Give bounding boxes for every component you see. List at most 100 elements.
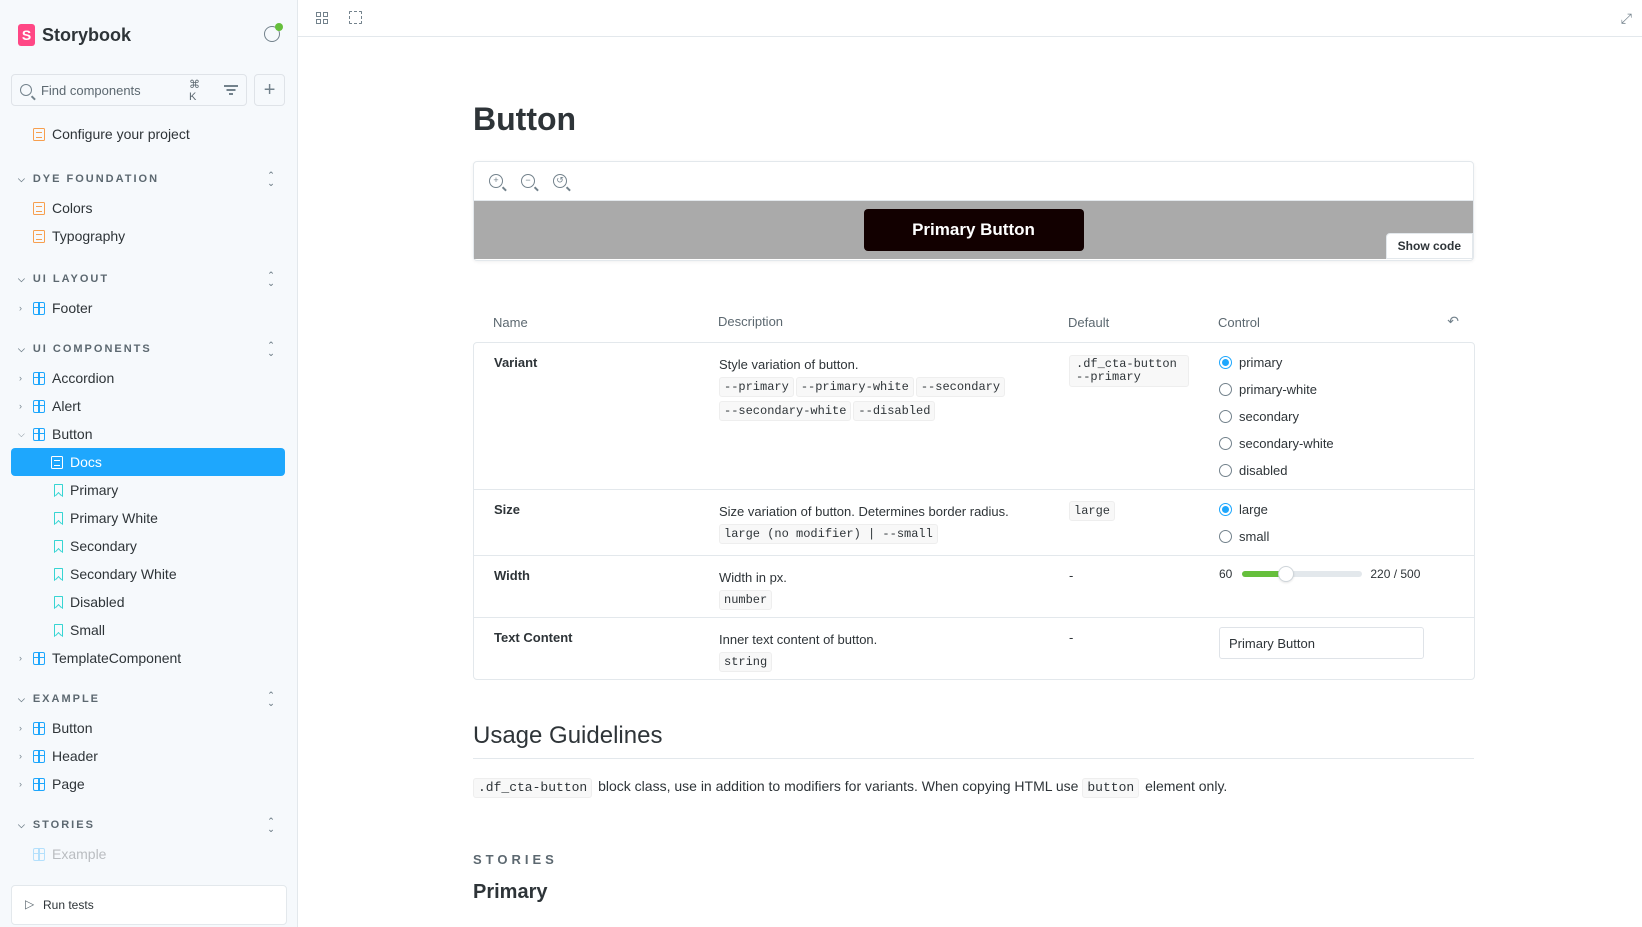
page-title: Button [473, 101, 577, 137]
arg-name: Text Content [494, 630, 573, 645]
sidebar-item-primary[interactable]: Primary [0, 476, 297, 504]
sidebar-item-example[interactable]: Example [0, 840, 297, 868]
chevron-down-icon: ⌵ [18, 343, 25, 354]
radio-secondary-white[interactable]: secondary-white [1219, 430, 1474, 457]
search-input[interactable] [40, 82, 181, 98]
arg-name: Size [494, 502, 521, 517]
width-slider[interactable]: 60 220 / 500 [1219, 566, 1474, 582]
radio-secondary[interactable]: secondary [1219, 403, 1474, 430]
chevron-right-icon: › [19, 751, 22, 761]
grid-icon[interactable] [316, 12, 328, 24]
sidebar-item-colors[interactable]: Colors [0, 194, 297, 222]
sidebar-item-label: Typography [52, 228, 126, 244]
sidebar-item-typography[interactable]: Typography [0, 222, 297, 250]
group-ui-components[interactable]: ⌵ UI COMPONENTS ⌃ ⌄ [0, 334, 297, 364]
component-icon [33, 749, 45, 763]
chevron-down-icon: ⌵ [18, 173, 25, 184]
reset-controls-icon[interactable]: ↶ [1447, 313, 1459, 330]
radio-disabled[interactable]: disabled [1219, 457, 1474, 484]
sidebar-item-header[interactable]: › Header [0, 742, 297, 770]
radio-small[interactable]: small [1219, 523, 1474, 550]
run-tests-button[interactable]: Run tests [11, 885, 287, 925]
header-default: Default [1068, 314, 1110, 330]
radio-large[interactable]: large [1219, 496, 1474, 523]
slider-min: 60 [1219, 567, 1233, 581]
sidebar-item-footer[interactable]: › Footer [0, 294, 297, 322]
sidebar-item-disabled[interactable]: Disabled [0, 588, 297, 616]
sidebar-item-primary-white[interactable]: Primary White [0, 504, 297, 532]
group-dye-foundation[interactable]: ⌵ DYE FOUNDATION ⌃ ⌄ [0, 164, 297, 194]
radio-dot[interactable] [1219, 356, 1232, 369]
sidebar-item-accordion[interactable]: › Accordion [0, 364, 297, 392]
radio-dot[interactable] [1219, 530, 1232, 543]
primary-button-preview[interactable]: Primary Button [863, 209, 1084, 251]
run-tests-label: Run tests [43, 898, 94, 912]
show-code-button[interactable]: Show code [1385, 233, 1473, 259]
slider-track[interactable] [1242, 566, 1363, 582]
fullscreen-icon[interactable]: ⤢ [1621, 10, 1632, 27]
sidebar-item-docs[interactable]: Docs [11, 448, 285, 476]
expand-collapse-icon[interactable]: ⌃ ⌄ [265, 341, 277, 358]
sidebar-item-example-button[interactable]: › Button [0, 714, 297, 742]
group-example[interactable]: ⌵ EXAMPLE ⌃ ⌄ [0, 684, 297, 714]
search-icon [20, 84, 32, 96]
chevron-right-icon: › [19, 303, 22, 313]
filter-icon[interactable] [224, 85, 239, 95]
sidebar-item-configure[interactable]: Configure your project [0, 120, 297, 148]
radio-dot[interactable] [1219, 437, 1232, 450]
arg-code: --primary-white [795, 377, 914, 397]
search-shortcut: ⌘ K [188, 78, 200, 103]
arg-code: string [719, 652, 773, 672]
expand-collapse-icon[interactable]: ⌃ ⌄ [265, 271, 277, 288]
radio-label: primary-white [1239, 382, 1318, 397]
bookmark-icon [54, 595, 63, 609]
expand-collapse-icon[interactable]: ⌃ ⌄ [265, 171, 277, 188]
sidebar-item-button[interactable]: ⌵ Button [0, 420, 297, 448]
search-box[interactable]: ⌘ K [11, 74, 248, 106]
brand[interactable]: S Storybook [0, 0, 297, 70]
sidebar-item-label: Docs [70, 454, 102, 470]
component-icon [33, 427, 45, 441]
outline-icon[interactable] [349, 11, 362, 24]
default-value: .df_cta-button--primary [1069, 355, 1189, 387]
sidebar-item-page[interactable]: › Page [0, 770, 297, 798]
radio-dot[interactable] [1219, 464, 1232, 477]
sidebar-item-label: Configure your project [52, 126, 190, 142]
zoom-in-icon[interactable]: + [489, 174, 503, 188]
arg-code: --primary [719, 377, 794, 397]
expand-collapse-icon[interactable]: ⌃ ⌄ [265, 691, 277, 708]
sidebar-item-secondary-white[interactable]: Secondary White [0, 560, 297, 588]
sidebar-item-label: Button [52, 426, 93, 442]
text-content-input[interactable] [1219, 627, 1424, 659]
sidebar-item-alert[interactable]: › Alert [0, 392, 297, 420]
component-icon [33, 651, 45, 665]
radio-primary-white[interactable]: primary-white [1219, 376, 1474, 403]
add-button[interactable]: + [254, 74, 285, 106]
radio-dot[interactable] [1219, 383, 1232, 396]
arg-default: large [1069, 501, 1219, 555]
arg-default: .df_cta-button--primary [1069, 355, 1219, 489]
radio-dot[interactable] [1219, 503, 1232, 516]
sidebar-item-small[interactable]: Small [0, 616, 297, 644]
table-row: Variant Style variation of button. --pri… [474, 343, 1474, 490]
chevron-down-icon: ⌵ [18, 428, 25, 439]
slider-thumb[interactable] [1277, 566, 1294, 582]
radio-dot[interactable] [1219, 410, 1232, 423]
docs-content: Button + − ↺ Primary Button Show code Na… [473, 37, 1475, 904]
group-stories[interactable]: ⌵ STORIES ⌃ ⌄ [0, 810, 297, 840]
group-ui-layout[interactable]: ⌵ UI LAYOUT ⌃ ⌄ [0, 264, 297, 294]
radio-label: primary [1239, 355, 1283, 370]
expand-collapse-icon[interactable]: ⌃ ⌄ [265, 817, 277, 834]
arg-description-text: Style variation of button. [719, 357, 859, 372]
document-icon [33, 127, 45, 141]
zoom-reset-icon[interactable]: ↺ [553, 174, 567, 188]
usage-paragraph: .df_cta-button block class, use in addit… [473, 773, 1474, 800]
sidebar-item-templatecomponent[interactable]: › TemplateComponent [0, 644, 297, 672]
sidebar-item-label: Example [52, 846, 107, 862]
arg-description-text: Width in px. [719, 570, 787, 585]
zoom-out-icon[interactable]: − [521, 174, 535, 188]
radio-primary[interactable]: primary [1219, 349, 1474, 376]
sidebar-item-secondary[interactable]: Secondary [0, 532, 297, 560]
bookmark-icon [54, 511, 63, 525]
status-icon[interactable] [264, 23, 283, 42]
